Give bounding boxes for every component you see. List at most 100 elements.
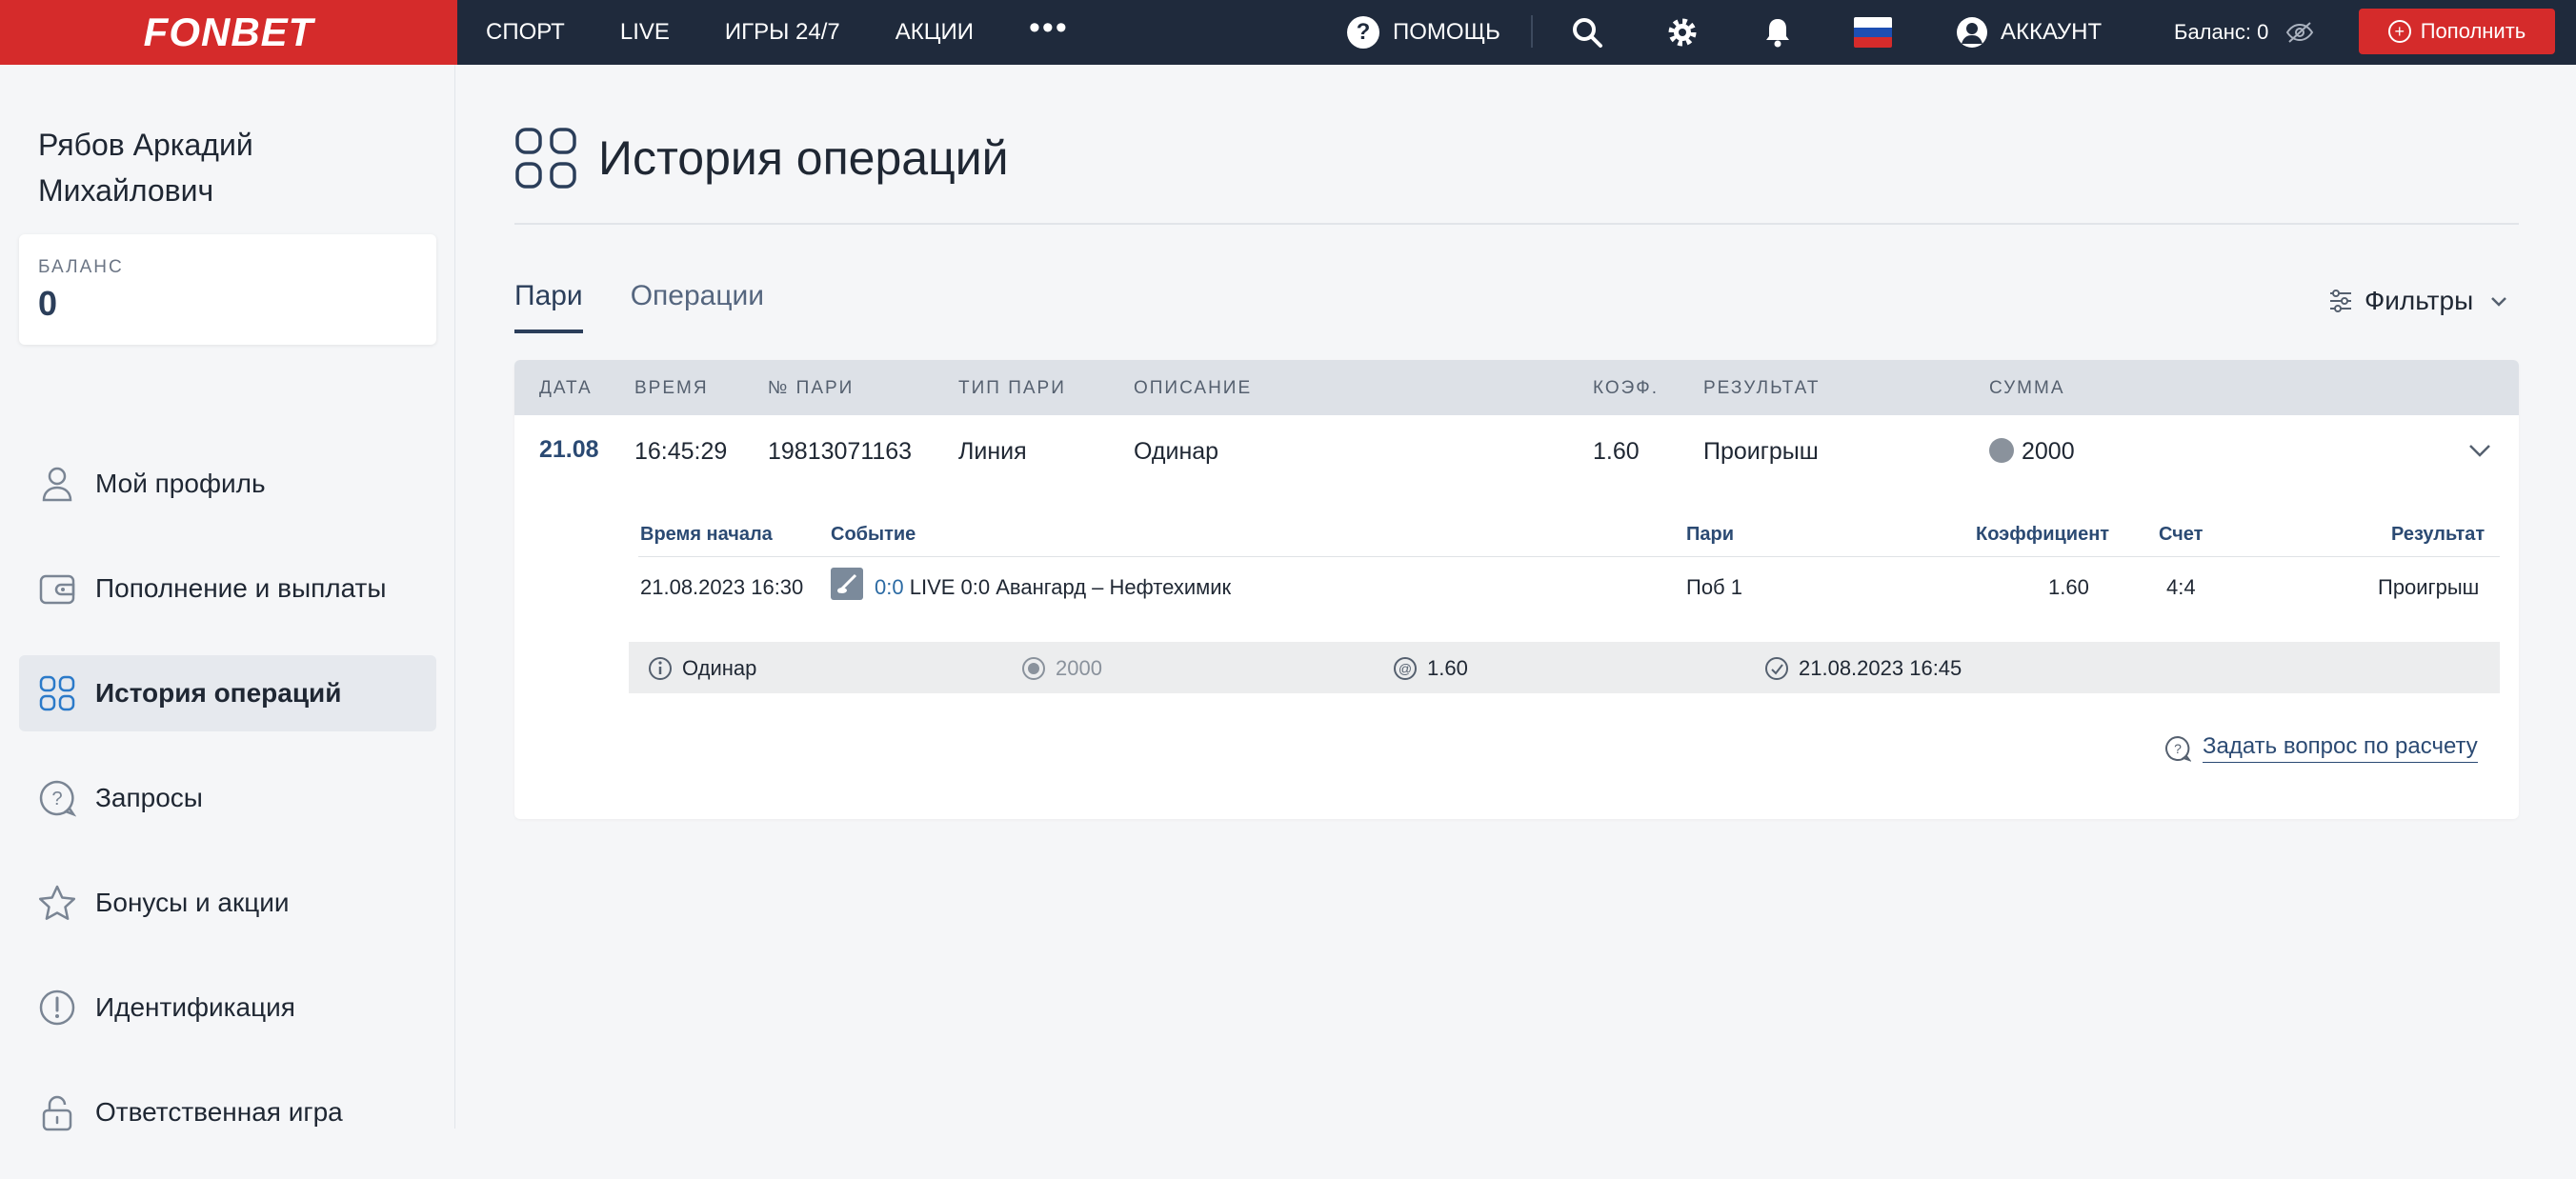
tab-operations[interactable]: Операции — [631, 280, 764, 333]
row-description: Одинар — [1134, 438, 1219, 465]
sidebar-item-label: Запросы — [95, 783, 203, 812]
divider — [638, 556, 2500, 557]
chevron-down-icon[interactable] — [2465, 436, 2494, 465]
page-header: История операций — [514, 120, 1009, 196]
question-icon: ? — [2165, 735, 2191, 762]
nav-sport[interactable]: СПОРТ — [486, 19, 565, 46]
row-coef: 1.60 — [1593, 438, 1640, 465]
detail-col-event: Событие — [831, 524, 916, 545]
more-dots-icon[interactable]: ••• — [1029, 11, 1069, 44]
summary-datetime: 21.08.2023 16:45 — [1764, 656, 1962, 681]
row-result: Проигрыш — [1703, 438, 1819, 465]
col-type: ТИП ПАРИ — [958, 378, 1066, 398]
row-time: 16:45:29 — [634, 438, 728, 465]
col-result: РЕЗУЛЬТАТ — [1703, 378, 1821, 398]
sidebar-item-history[interactable]: История операций — [19, 655, 436, 731]
nav-live[interactable]: LIVE — [620, 19, 670, 46]
top-navbar: FONBET СПОРТ LIVE ИГРЫ 24/7 АКЦИИ ••• ? … — [0, 0, 2576, 65]
detail-start: 21.08.2023 16:30 — [640, 575, 804, 599]
check-time-icon — [1765, 657, 1788, 680]
col-description: ОПИСАНИЕ — [1134, 378, 1253, 398]
help-button[interactable]: ? ПОМОЩЬ — [1347, 0, 1500, 65]
detail-result: Проигрыш — [2378, 575, 2480, 599]
divider — [1531, 15, 1533, 48]
col-bet-no: № ПАРИ — [768, 378, 855, 398]
sidebar-item-responsible[interactable]: Ответственная игра — [19, 1074, 436, 1150]
sidebar-item-label: Бонусы и акции — [95, 888, 290, 917]
sidebar-item-label: Мой профиль — [95, 469, 266, 498]
fonbet-logo[interactable]: FONBET — [0, 0, 457, 65]
sidebar-item-bonuses[interactable]: Бонусы и акции — [19, 865, 436, 941]
detail-event[interactable]: 0:0 LIVE 0:0 Авангард – Нефтехимик — [875, 575, 1231, 600]
nav-promo[interactable]: АКЦИИ — [896, 19, 974, 46]
tabs: Пари Операции — [514, 280, 812, 333]
hockey-icon — [831, 568, 863, 600]
detail-col-coef: Коэффициент — [1976, 524, 2110, 545]
svg-text:?: ? — [51, 789, 62, 809]
chevron-down-icon — [2491, 297, 2507, 307]
balance-card: БАЛАНС 0 — [19, 234, 436, 345]
eye-hidden-icon[interactable] — [2285, 21, 2314, 44]
sidebar-item-identification[interactable]: Идентификация — [19, 969, 436, 1046]
flag-russia-icon[interactable] — [1854, 17, 1892, 48]
bet-card: ДАТА ВРЕМЯ № ПАРИ ТИП ПАРИ ОПИСАНИЕ КОЭФ… — [514, 360, 2519, 819]
star-icon — [36, 882, 78, 924]
col-date: ДАТА — [539, 378, 593, 398]
filters-button[interactable]: Фильтры — [2328, 286, 2509, 316]
main-nav: СПОРТ LIVE ИГРЫ 24/7 АКЦИИ ••• — [486, 0, 1069, 65]
wallet-icon — [36, 568, 78, 609]
alert-icon — [36, 987, 78, 1029]
user-name: Рябов Аркадий Михайлович — [38, 128, 253, 208]
balance-value: 0 — [38, 284, 58, 323]
bell-icon[interactable] — [1759, 13, 1797, 51]
sidebar-menu: Мой профиль Пополнение и выплаты История… — [19, 446, 436, 1179]
detail-score: 4:4 — [2166, 575, 2196, 599]
table-row[interactable]: 21.08 16:45:29 19813071163 Линия Одинар … — [514, 415, 2519, 484]
sidebar-item-label: Идентификация — [95, 992, 295, 1022]
detail-bet: Поб 1 — [1686, 575, 1742, 599]
filter-sliders-icon — [2330, 290, 2351, 312]
lock-icon — [36, 1091, 78, 1133]
grid-icon — [515, 128, 576, 189]
detail-coef: 1.60 — [2048, 575, 2089, 599]
table-header: ДАТА ВРЕМЯ № ПАРИ ТИП ПАРИ ОПИСАНИЕ КОЭФ… — [514, 360, 2519, 415]
detail-col-bet: Пари — [1686, 524, 1735, 545]
row-amount: 2000 — [1989, 438, 2075, 466]
user-icon — [1957, 17, 1987, 48]
gear-icon[interactable] — [1663, 13, 1701, 51]
row-date: 21.08 — [539, 436, 599, 463]
sidebar-item-requests[interactable]: ? Запросы — [19, 760, 436, 836]
search-icon[interactable] — [1568, 13, 1606, 51]
topup-button[interactable]: + Пополнить — [2359, 9, 2555, 54]
coin-icon — [1022, 657, 1045, 680]
top-balance: Баланс: 0 — [2174, 0, 2314, 65]
page-title: История операций — [598, 131, 1009, 185]
plus-icon: + — [2387, 20, 2411, 43]
detail-col-score: Счет — [2159, 524, 2204, 545]
grid-icon — [36, 672, 78, 714]
coin-icon — [1989, 438, 2014, 464]
account-button[interactable]: АККАУНТ — [1957, 0, 2102, 65]
detail-col-start: Время начала — [640, 524, 773, 545]
question-icon: ? — [36, 777, 78, 819]
row-bet-no: 19813071163 — [768, 438, 913, 465]
svg-text:@: @ — [1399, 661, 1412, 676]
sidebar: Рябов Аркадий Михайлович БАЛАНС 0 Мой пр… — [0, 65, 455, 1131]
col-amount: СУММА — [1989, 378, 2065, 398]
info-icon — [649, 657, 672, 680]
sidebar-item-label: Пополнение и выплаты — [95, 573, 387, 603]
ask-settlement-link[interactable]: ? Задать вопрос по расчету — [2164, 733, 2478, 763]
help-icon: ? — [1347, 16, 1379, 49]
divider — [514, 223, 2519, 225]
balance-label: БАЛАНС — [38, 257, 124, 277]
nav-games[interactable]: ИГРЫ 24/7 — [725, 19, 840, 46]
row-type: Линия — [958, 438, 1027, 465]
bet-summary-bar: Одинар 2000 @ 1.60 21.08.2023 16:45 — [629, 642, 2500, 693]
user-icon — [36, 463, 78, 505]
sidebar-item-profile[interactable]: Мой профиль — [19, 446, 436, 522]
sidebar-item-payments[interactable]: Пополнение и выплаты — [19, 550, 436, 627]
coef-at-icon: @ — [1394, 657, 1417, 680]
svg-text:?: ? — [2174, 741, 2182, 756]
col-time: ВРЕМЯ — [634, 378, 709, 398]
tab-bets[interactable]: Пари — [514, 280, 583, 333]
